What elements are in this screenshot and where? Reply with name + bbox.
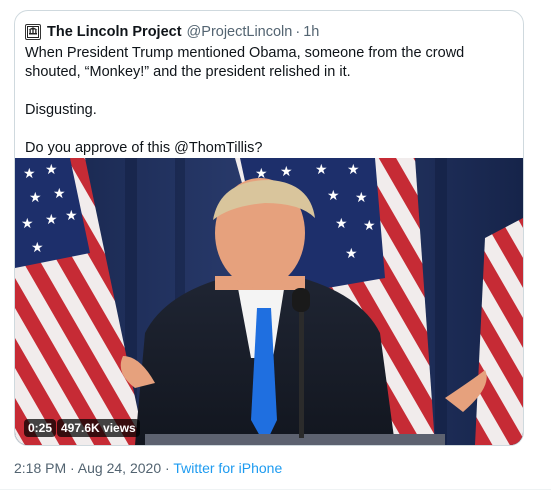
tweet-paragraph: When President Trump mentioned Obama, so… [25, 45, 465, 80]
tweet-datetime[interactable]: 2:18 PM · Aug 24, 2020 [14, 460, 161, 476]
svg-text:★: ★ [23, 165, 36, 181]
svg-text:★: ★ [53, 185, 66, 201]
svg-text:★: ★ [280, 163, 293, 179]
display-name[interactable]: The Lincoln Project [47, 23, 182, 41]
svg-text:★: ★ [65, 207, 78, 223]
footer-divider [0, 489, 551, 490]
user-handle[interactable]: @ProjectLincoln [187, 23, 293, 41]
video-views-badge: 497.6K views [57, 419, 140, 437]
tweet-timestamp[interactable]: 1h [303, 23, 319, 41]
svg-text:★: ★ [355, 189, 368, 205]
svg-text:★: ★ [347, 161, 360, 177]
svg-text:★: ★ [363, 217, 376, 233]
footer-separator: · [165, 460, 170, 476]
tweet-text: When President Trump mentioned Obama, so… [25, 44, 513, 158]
video-frame: ★ ★ ★ ★ ★ ★ ★★ ★ ★ ★ ★ ★ ★ ★ ★ ★ [15, 158, 523, 445]
svg-text:★: ★ [327, 187, 340, 203]
svg-text:★: ★ [21, 215, 34, 231]
video-player[interactable]: ★ ★ ★ ★ ★ ★ ★ ★ ★ ★ ★ ★ ★ ★ ★ ★ ★ 0:25 4… [15, 158, 523, 445]
video-duration-badge: 0:25 [24, 419, 57, 437]
svg-text:★: ★ [45, 211, 58, 227]
svg-text:★: ★ [45, 161, 58, 177]
tweet-paragraph: Disgusting. [25, 102, 97, 118]
tweet-source-link[interactable]: Twitter for iPhone [173, 460, 282, 476]
svg-text:★: ★ [31, 239, 44, 255]
svg-text:★: ★ [335, 215, 348, 231]
quoted-tweet-header: The Lincoln Project @ProjectLincoln · 1h [25, 23, 319, 41]
svg-text:★: ★ [345, 245, 358, 261]
tweet-paragraph: Do you approve of this @ThomTillis? [25, 140, 263, 156]
header-separator: · [295, 24, 301, 40]
lincoln-project-logo-icon[interactable] [25, 24, 41, 40]
svg-text:★: ★ [29, 189, 42, 205]
svg-text:★: ★ [315, 161, 328, 177]
quoted-tweet-card[interactable]: The Lincoln Project @ProjectLincoln · 1h… [14, 10, 524, 446]
tweet-footer: 2:18 PM · Aug 24, 2020 · Twitter for iPh… [14, 460, 282, 476]
